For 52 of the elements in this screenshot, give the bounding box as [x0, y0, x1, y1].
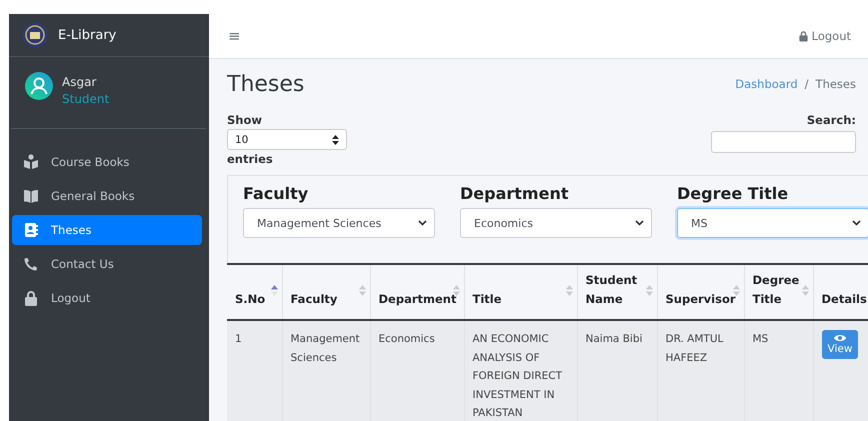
chevron-down-icon [635, 220, 644, 226]
table-cell: DR. AMTUL HAFEEZ [666, 333, 724, 364]
table-cell: MS [752, 333, 768, 345]
filter-label: Degree Title [677, 184, 790, 203]
column-header[interactable]: Title [472, 290, 570, 309]
column-header[interactable]: S.No [235, 290, 276, 309]
user-role: Student [62, 92, 110, 106]
open-book-icon [23, 188, 39, 204]
breadcrumb-current: Theses [816, 77, 856, 91]
entries-select[interactable]: 10 [227, 129, 347, 150]
filter-label: Department [460, 184, 570, 203]
avatar-icon [25, 72, 53, 100]
sort-arrows-icon [332, 134, 339, 144]
table-cell: AN ECONOMIC ANALYSIS OF FOREIGN DIRECT INVESTMENT IN PAKISTAN [472, 333, 562, 419]
column-header[interactable]: Faculty [290, 290, 364, 309]
eye-icon [834, 334, 846, 342]
nav-item[interactable]: General Books [12, 181, 202, 211]
table-cell: Economics [378, 333, 435, 345]
column-header[interactable]: Supervisor [666, 290, 738, 309]
show-label: Show [227, 112, 263, 128]
table-cell: Management Sciences [290, 333, 360, 364]
logout-link[interactable]: Logout [798, 29, 851, 43]
logo-icon [22, 22, 48, 48]
filter-select[interactable]: MS [677, 208, 868, 238]
nav-item[interactable]: Course Books [12, 147, 202, 177]
entries-label: entries [227, 151, 274, 167]
nav-item[interactable]: Theses [12, 215, 202, 245]
person-reading-icon [23, 154, 39, 170]
column-header[interactable]: Student Name [586, 271, 650, 309]
chevron-down-icon [852, 220, 861, 226]
chevron-down-icon [418, 220, 427, 226]
filter-label: Faculty [243, 184, 310, 203]
phone-icon [23, 256, 39, 272]
nav-item[interactable]: Contact Us [12, 249, 202, 279]
lock-icon [23, 290, 39, 306]
user-name: Asgar [62, 75, 98, 89]
breadcrumb-separator: / [804, 77, 809, 91]
column-header[interactable]: Department [378, 290, 458, 309]
menu-icon[interactable]: ≡ [228, 27, 241, 45]
filter-select[interactable]: Management Sciences [243, 208, 435, 238]
address-book-icon [23, 222, 39, 238]
page-title: Theses [227, 72, 304, 96]
brand-name: E-Library [58, 28, 116, 42]
column-header[interactable]: Degree Title [752, 271, 806, 309]
table-cell: 1 [235, 333, 242, 345]
search-field[interactable] [711, 131, 856, 153]
filter-select[interactable]: Economics [460, 208, 652, 238]
lock-icon [798, 30, 809, 42]
search-label: Search: [806, 112, 856, 128]
nav-item[interactable]: Logout [12, 283, 202, 313]
table-cell: Naima Bibi [586, 333, 642, 345]
column-header[interactable]: Details [822, 290, 868, 309]
